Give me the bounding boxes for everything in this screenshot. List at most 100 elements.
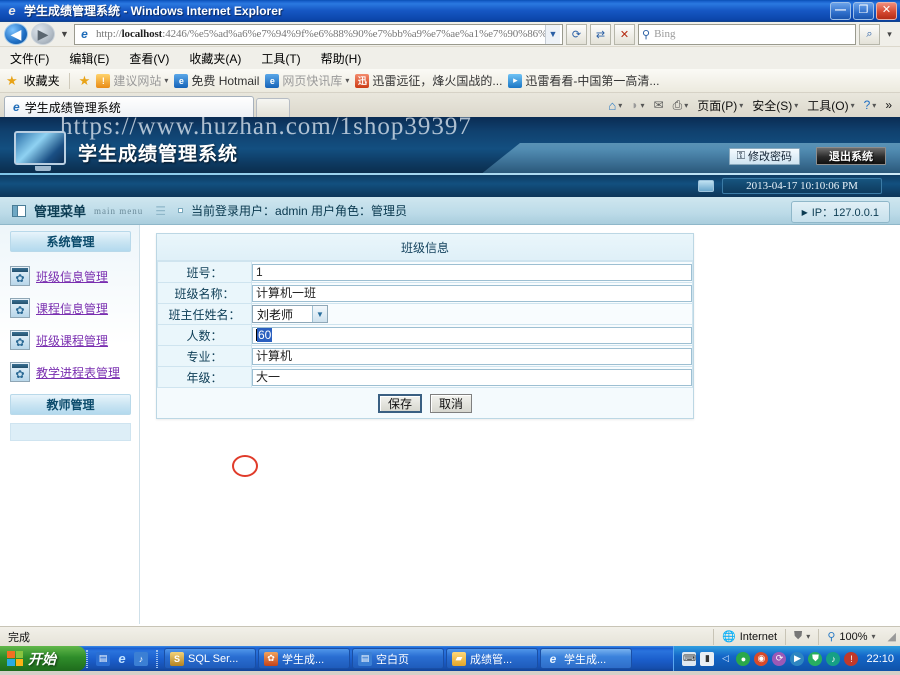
chevron-down-icon: ▾ xyxy=(684,100,689,110)
favbar-divider xyxy=(68,72,70,89)
command-bar-overflow[interactable]: » xyxy=(885,98,892,112)
media-icon[interactable]: ♪ xyxy=(134,651,148,666)
page-menu-button[interactable]: 页面(P) ▾ xyxy=(697,97,743,114)
new-tab-button[interactable] xyxy=(256,98,290,117)
taskbar-item-blank-page[interactable]: ▤ 空白页 xyxy=(352,648,444,669)
address-input[interactable]: e http://localhost:4246/%e5%ad%a6%e7%94%… xyxy=(74,23,563,45)
alert-icon[interactable]: ! xyxy=(844,651,859,666)
search-go-button[interactable]: ⌕ xyxy=(859,23,880,45)
search-provider-dropdown-icon[interactable]: ▾ xyxy=(883,29,896,40)
tab-label: 学生成绩管理系统 xyxy=(24,100,121,115)
show-desktop-icon[interactable]: ▤ xyxy=(96,651,110,666)
search-input[interactable]: ⚲ Bing xyxy=(638,23,856,45)
taskbar-item-folder[interactable]: ▰ 成绩管... xyxy=(446,648,538,669)
ie-icon: e xyxy=(265,73,280,88)
feeds-button[interactable]: ◗ ▾ xyxy=(631,98,644,112)
taskbar-item-sql[interactable]: S SQL Ser... xyxy=(164,648,256,669)
vs-icon: ✿ xyxy=(264,651,278,666)
major-input[interactable]: 计算机 xyxy=(252,347,692,365)
favorites-label[interactable]: 收藏夹 xyxy=(24,72,60,89)
shield-icon[interactable]: ⛊ xyxy=(808,651,823,666)
start-button[interactable]: 开始 xyxy=(0,646,86,671)
maximize-button[interactable]: ❐ xyxy=(853,1,874,20)
protected-mode[interactable]: ⛊ ▾ xyxy=(786,627,818,647)
search-placeholder: Bing xyxy=(654,28,676,40)
chevron-down-icon: ▾ xyxy=(850,100,855,110)
fav-item-web-slice[interactable]: e 网页快讯库 ▾ xyxy=(265,72,349,89)
back-button[interactable]: ◀ xyxy=(4,23,28,45)
refresh-button[interactable]: ⟳ xyxy=(566,23,587,45)
sidebar-item-label: 班级信息管理 xyxy=(36,269,109,284)
sidebar-item-teaching-schedule[interactable]: ✿ 教学进程表管理 xyxy=(0,356,139,388)
tools-menu-button[interactable]: 工具(O) ▾ xyxy=(807,97,854,114)
class-number-input[interactable]: 1 xyxy=(252,263,692,281)
menu-item-view[interactable]: 查看(V) xyxy=(129,50,169,67)
head-teacher-select[interactable]: 刘老师 ▼ xyxy=(252,305,328,323)
logout-button[interactable]: 退出系统 xyxy=(816,147,886,165)
fav-item-xunlei-war[interactable]: 迅 迅雷远征，烽火国战的... xyxy=(355,72,502,89)
fav-item-xunlei-kankan[interactable]: ▸ 迅雷看看-中国第一高清... xyxy=(508,72,659,89)
address-dropdown-icon[interactable]: ▼ xyxy=(545,24,560,44)
keyboard-icon[interactable]: ⌨ xyxy=(682,651,697,666)
app-header: https://www.huzhan.com/1shop39397 学生成绩管理… xyxy=(0,117,900,175)
chevron-down-icon: ▼ xyxy=(312,306,327,322)
lightbulb-icon: ! xyxy=(96,73,111,88)
tab-active[interactable]: e 学生成绩管理系统 xyxy=(4,96,254,117)
sub-header-bar: 管理菜单 main menu ☰ 当前登录用户：admin 用户角色：管理员 ▶… xyxy=(0,197,900,225)
chevron-down-icon: ▾ xyxy=(345,76,350,85)
help-menu-button[interactable]: ? ▾ xyxy=(864,98,877,112)
add-favorite-icon[interactable]: ★ xyxy=(79,73,91,89)
zoom-level: 100% xyxy=(839,630,868,643)
antivirus-icon[interactable]: ● xyxy=(736,651,751,666)
browser-window: e 学生成绩管理系统 - Windows Internet Explorer —… xyxy=(0,0,900,675)
forward-button[interactable]: ▶ xyxy=(31,23,55,45)
network-icon[interactable]: ◉ xyxy=(754,651,769,666)
system-tray: ⌨ ▮ ◁ ● ◉ ⟳ ▶ ⛊ ♪ ! 22:10 xyxy=(673,646,900,671)
update-icon[interactable]: ⟳ xyxy=(772,651,787,666)
media-icon[interactable]: ▶ xyxy=(790,651,805,666)
student-count-input[interactable]: 60 xyxy=(252,326,692,344)
sound-icon[interactable]: ♪ xyxy=(826,651,841,666)
sidebar-item-class-info[interactable]: ✿ 班级信息管理 xyxy=(0,260,139,292)
ie-icon[interactable]: e xyxy=(115,651,129,666)
print-button[interactable]: ⎙ ▾ xyxy=(673,98,689,113)
sidebar-item-class-course[interactable]: ✿ 班级课程管理 xyxy=(0,324,139,356)
change-password-button[interactable]: ⚿ 修改密码 xyxy=(728,147,800,165)
history-dropdown-icon[interactable]: ▼ xyxy=(58,29,71,39)
fav-label: 迅雷远征，烽火国战的... xyxy=(372,74,503,88)
volume-icon[interactable]: ◁ xyxy=(718,652,732,666)
taskbar-item-active-ie[interactable]: e 学生成... xyxy=(540,648,632,669)
minimize-button[interactable]: — xyxy=(830,1,851,20)
zoom-control[interactable]: ⚲ 100% ▾ xyxy=(819,627,883,647)
fav-item-suggested-sites[interactable]: ! 建议网站 ▾ xyxy=(96,72,168,89)
field-label: 班主任姓名： xyxy=(157,303,252,325)
battery-icon[interactable]: ▮ xyxy=(700,651,715,666)
menu-item-tools[interactable]: 工具(T) xyxy=(261,50,300,67)
class-name-input[interactable]: 计算机一班 xyxy=(252,284,692,302)
window-title: 学生成绩管理系统 - Windows Internet Explorer xyxy=(24,4,283,18)
taskbar-item-vs[interactable]: ✿ 学生成... xyxy=(258,648,350,669)
mail-button[interactable]: ✉ xyxy=(654,98,664,112)
status-message: 完成 xyxy=(8,631,30,644)
home-button[interactable]: ⌂ ▾ xyxy=(608,98,622,113)
tools-menu-label: 工具(O) xyxy=(807,98,849,113)
security-zone[interactable]: 🌐 Internet xyxy=(714,627,785,647)
resize-grip[interactable]: ◢ xyxy=(884,627,900,647)
compat-view-button[interactable]: ⇄ xyxy=(590,23,611,45)
menu-item-edit[interactable]: 编辑(E) xyxy=(69,50,109,67)
windows-flag-icon xyxy=(7,651,23,666)
menu-item-favorites[interactable]: 收藏夹(A) xyxy=(189,50,241,67)
sidebar-item-course-info[interactable]: ✿ 课程信息管理 xyxy=(0,292,139,324)
save-button[interactable]: 保存 xyxy=(377,393,422,413)
close-button[interactable]: ✕ xyxy=(876,1,897,20)
stop-button[interactable]: ✕ xyxy=(614,23,635,45)
safety-menu-button[interactable]: 安全(S) ▾ xyxy=(752,97,798,114)
grade-input[interactable]: 大一 xyxy=(252,368,692,386)
menu-item-help[interactable]: 帮助(H) xyxy=(321,50,362,67)
window-title-bar: e 学生成绩管理系统 - Windows Internet Explorer —… xyxy=(0,0,900,22)
gear-icon: ✿ xyxy=(10,266,30,286)
cancel-button[interactable]: 取消 xyxy=(430,393,473,413)
gear-icon: ✿ xyxy=(10,362,30,382)
fav-item-hotmail[interactable]: e 免费 Hotmail xyxy=(174,72,259,89)
menu-item-file[interactable]: 文件(F) xyxy=(10,50,49,67)
